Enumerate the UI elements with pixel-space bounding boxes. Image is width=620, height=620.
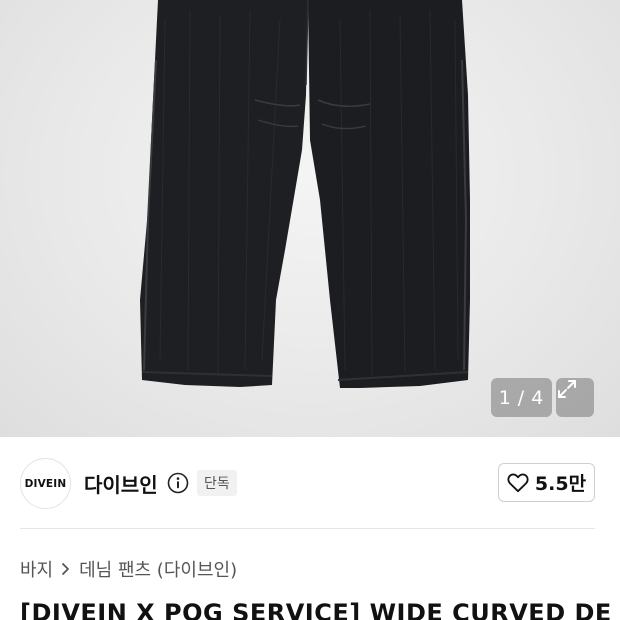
like-button[interactable]: 5.5만 (498, 463, 595, 502)
pants-left-leg (140, 0, 308, 387)
like-count: 5.5만 (534, 473, 587, 495)
product-title: [DIVEIN X POG SERVICE] WIDE CURVED DE (20, 599, 612, 620)
pants-right-leg (308, 0, 470, 388)
chevron-right-icon (61, 562, 71, 576)
breadcrumb-item-denim-pants[interactable]: 데님 팬츠 (다이브인) (79, 556, 237, 582)
expand-image-button[interactable] (556, 378, 594, 417)
product-image-pants (140, 0, 470, 388)
pager-total: 4 (531, 386, 545, 409)
brand-logo[interactable]: DIVEIN (20, 458, 71, 509)
pager-separator: / (517, 386, 526, 409)
breadcrumb-item-pants[interactable]: 바지 (20, 556, 53, 582)
expand-icon (558, 380, 576, 398)
brand-name[interactable]: 다이브인 (84, 469, 158, 498)
section-divider (20, 528, 595, 529)
breadcrumb: 바지 데님 팬츠 (다이브인) (20, 556, 237, 582)
exclusive-badge: 단독 (197, 470, 237, 496)
brand-row: DIVEIN 다이브인 단독 5.5만 (20, 458, 595, 509)
info-icon[interactable] (167, 472, 189, 494)
heart-icon (507, 473, 529, 492)
product-image-gallery[interactable]: 1 / 4 (0, 0, 620, 437)
pager-current: 1 (498, 386, 512, 409)
image-pager: 1 / 4 (491, 378, 552, 417)
brand-logo-text: DIVEIN (24, 477, 67, 490)
